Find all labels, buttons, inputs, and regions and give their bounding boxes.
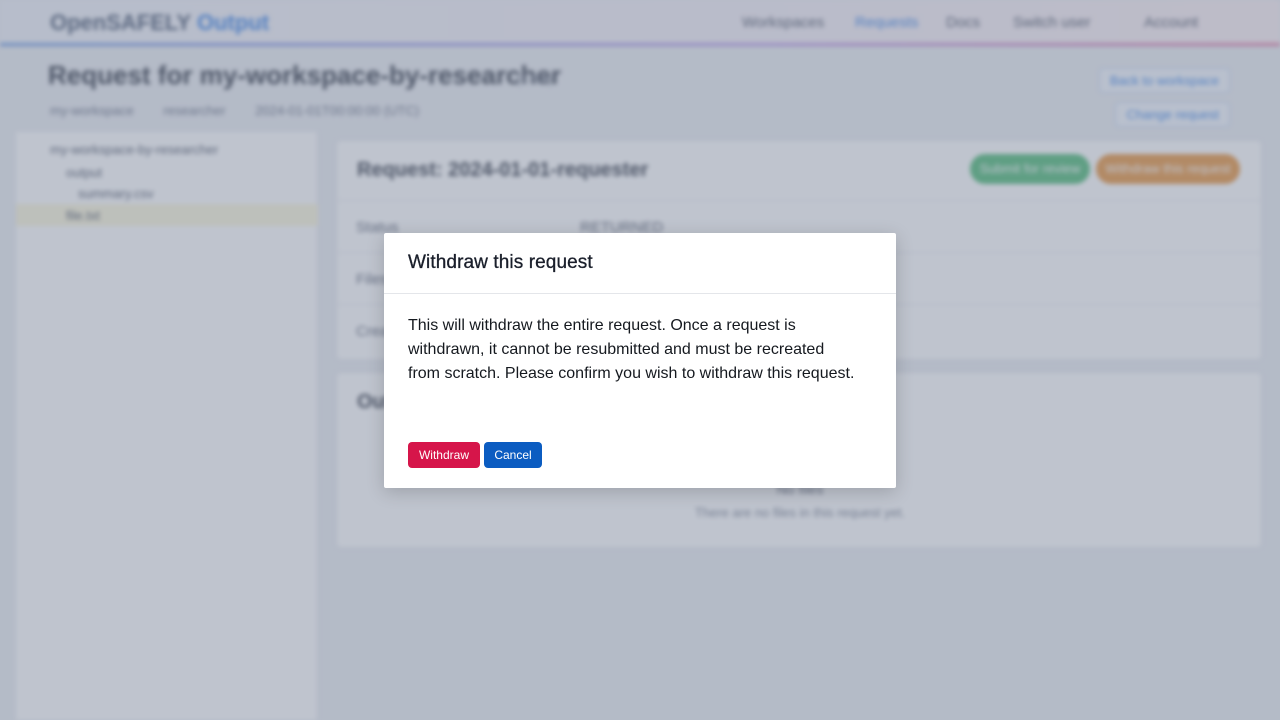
dialog-title: Withdraw this request — [408, 252, 593, 273]
withdraw-request-dialog: Withdraw this request This will withdraw… — [384, 233, 896, 488]
dialog-header: Withdraw this request — [384, 233, 896, 294]
confirm-withdraw-button[interactable]: Withdraw — [408, 442, 480, 468]
dialog-actions: Withdraw Cancel — [408, 442, 542, 468]
cancel-button[interactable]: Cancel — [484, 442, 542, 468]
dialog-body: This will withdraw the entire request. O… — [384, 294, 896, 386]
dialog-message: This will withdraw the entire request. O… — [408, 317, 855, 382]
